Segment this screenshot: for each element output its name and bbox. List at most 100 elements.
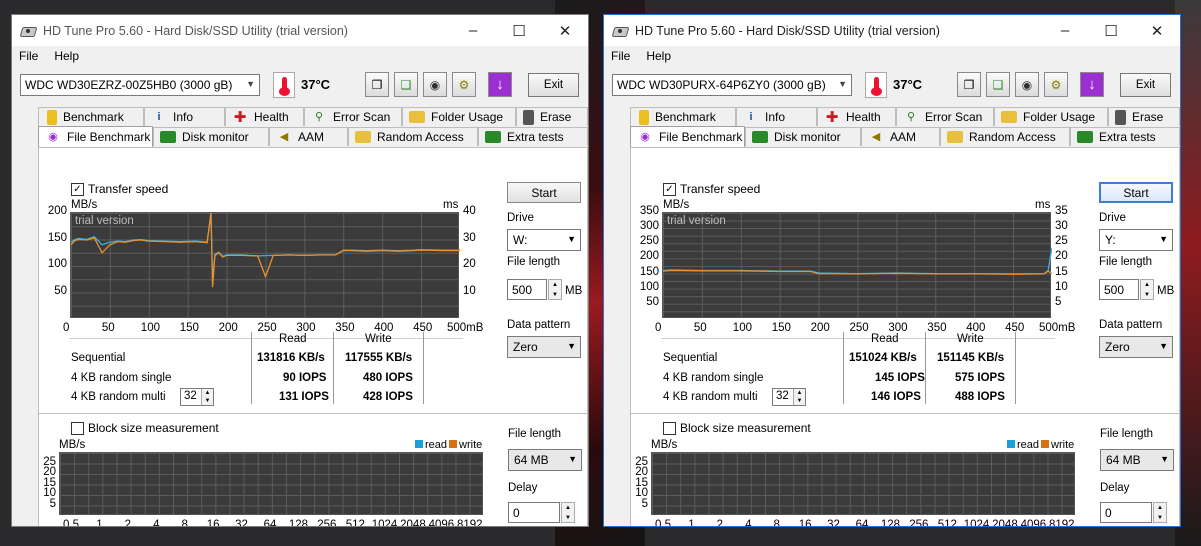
drive-select[interactable]: WDC WD30PURX-64P6ZY0 (3000 gB) ▼ (612, 74, 852, 96)
health-cross-icon: ✚ (233, 108, 247, 126)
minimize-button[interactable]: – (1042, 15, 1088, 46)
tab-erase[interactable]: Erase (516, 107, 588, 126)
drive-letter-select[interactable]: Y: ▼ (1099, 229, 1173, 251)
save-button[interactable]: ↓ (488, 72, 512, 97)
disk-monitor-icon (752, 131, 768, 143)
sequential-read: 131816 KB/s (257, 352, 325, 364)
queue-depth-stepper[interactable]: 32 ▲ ▼ (180, 388, 214, 406)
data-pattern-value: Zero (1105, 340, 1130, 354)
screenshot-button[interactable]: ◉ (1015, 72, 1039, 97)
tab-aam[interactable]: ◀ AAM (861, 127, 940, 146)
block-x-tick: 1 (96, 519, 103, 527)
options-button[interactable]: ⚙ (1044, 72, 1068, 97)
stepper-arrows-icon[interactable]: ▲ ▼ (548, 279, 562, 300)
tab-extra-tests[interactable]: Extra tests (478, 127, 588, 146)
drive-label: Drive (1099, 212, 1126, 224)
tab-extra-tests[interactable]: Extra tests (1070, 127, 1180, 146)
block-x-tick: 128 (880, 519, 901, 527)
exit-button[interactable]: Exit (528, 73, 579, 97)
y-tick-left: 250 (639, 235, 659, 248)
tab-benchmark[interactable]: Benchmark (630, 107, 736, 126)
transfer-speed-checkbox[interactable]: ✓ Transfer speed (71, 182, 168, 196)
tab-benchmark[interactable]: Benchmark (38, 107, 144, 126)
legend: read write (415, 439, 482, 451)
block-x-tick: 512 (345, 519, 365, 527)
queue-depth-stepper[interactable]: 32 ▲ ▼ (772, 388, 806, 406)
copy-all-button[interactable]: ❑ (986, 72, 1010, 97)
options-button[interactable]: ⚙ (452, 72, 476, 97)
tab-error-scan[interactable]: ⚲ Error Scan (304, 107, 402, 126)
menu-bar: File Help (604, 46, 1180, 66)
thermometer-icon (273, 72, 295, 98)
data-pattern-select[interactable]: Zero ▼ (507, 336, 581, 358)
block-file-length-select[interactable]: 64 MB ▼ (508, 449, 582, 471)
tab-disk-monitor[interactable]: Disk monitor (153, 127, 269, 146)
tab-disk-monitor[interactable]: Disk monitor (745, 127, 861, 146)
block-x-tick: 512 (937, 519, 957, 527)
tab-file-benchmark[interactable]: ◉ File Benchmark (38, 126, 153, 147)
tab-folder-usage[interactable]: Folder Usage (994, 107, 1108, 126)
copy-info-button[interactable]: ❐ (957, 72, 981, 97)
copy-all-button[interactable]: ❑ (394, 72, 418, 97)
transfer-speed-checkbox[interactable]: ✓ Transfer speed (663, 182, 760, 196)
tab-erase[interactable]: Erase (1108, 107, 1180, 126)
stepper-arrows-icon[interactable]: ▲ ▼ (1153, 502, 1167, 523)
title-bar[interactable]: HD Tune Pro 5.60 - Hard Disk/SSD Utility… (12, 15, 588, 46)
tab-health[interactable]: ✚ Health (817, 107, 896, 126)
block-size-checkbox[interactable]: Block size measurement (71, 421, 219, 435)
menu-file[interactable]: File (611, 49, 630, 63)
tab-error-scan[interactable]: ⚲ Error Scan (896, 107, 994, 126)
benchmark-icon (639, 109, 649, 125)
tab-info[interactable]: i Info (736, 107, 817, 126)
tab-health[interactable]: ✚ Health (225, 107, 304, 126)
legend-read-swatch (1007, 440, 1015, 448)
stepper-arrows-icon[interactable]: ▲ ▼ (1140, 279, 1154, 300)
stepper-arrows-icon[interactable]: ▲ ▼ (793, 389, 805, 405)
exit-button[interactable]: Exit (1120, 73, 1171, 97)
drive-select[interactable]: WDC WD30EZRZ-00Z5HB0 (3000 gB) ▼ (20, 74, 260, 96)
stepper-arrows-icon[interactable]: ▲ ▼ (201, 389, 213, 405)
minimize-button[interactable]: – (450, 15, 496, 46)
tab-random-access[interactable]: Random Access (940, 127, 1070, 146)
x-tick: 200 (810, 322, 830, 334)
tab-random-access[interactable]: Random Access (348, 127, 478, 146)
close-button[interactable]: ✕ (1134, 15, 1180, 46)
file-length-input[interactable]: 500 ▲ ▼ (1099, 279, 1154, 300)
tab-random-access-label: Random Access (969, 130, 1056, 144)
drive-letter-select[interactable]: W: ▼ (507, 229, 581, 251)
down-arrow-icon: ↓ (1088, 76, 1096, 93)
file-length-input[interactable]: 500 ▲ ▼ (507, 279, 562, 300)
stepper-arrows-icon[interactable]: ▲ ▼ (561, 502, 575, 523)
tab-file-benchmark[interactable]: ◉ File Benchmark (630, 126, 745, 147)
tab-aam[interactable]: ◀ AAM (269, 127, 348, 146)
block-size-chart (59, 452, 483, 515)
y-tick-right: 30 (1055, 220, 1068, 233)
menu-help[interactable]: Help (54, 49, 79, 63)
maximize-button[interactable]: ☐ (1088, 15, 1134, 46)
delay-input[interactable]: 0 ▲ ▼ (508, 502, 575, 523)
title-bar[interactable]: HD Tune Pro 5.60 - Hard Disk/SSD Utility… (604, 15, 1180, 46)
tab-aam-label: AAM (298, 130, 325, 144)
toolbar: WDC WD30PURX-64P6ZY0 (3000 gB) ▼ 37°C ❐ ❑… (604, 66, 1180, 106)
y-tick-right: 25 (1055, 235, 1068, 248)
x-tick: 100 (140, 322, 160, 334)
start-button[interactable]: Start (1099, 182, 1173, 203)
tab-folder-usage[interactable]: Folder Usage (402, 107, 516, 126)
save-button[interactable]: ↓ (1080, 72, 1104, 97)
tab-info[interactable]: i Info (144, 107, 225, 126)
menu-help[interactable]: Help (646, 49, 671, 63)
results-vline-2 (333, 332, 334, 404)
menu-file[interactable]: File (19, 49, 38, 63)
block-file-length-select[interactable]: 64 MB ▼ (1100, 449, 1174, 471)
copy-info-button[interactable]: ❐ (365, 72, 389, 97)
maximize-button[interactable]: ☐ (496, 15, 542, 46)
close-button[interactable]: ✕ (542, 15, 588, 46)
block-size-checkbox[interactable]: Block size measurement (663, 421, 811, 435)
start-button[interactable]: Start (507, 182, 581, 203)
screenshot-button[interactable]: ◉ (423, 72, 447, 97)
data-pattern-select[interactable]: Zero ▼ (1099, 336, 1173, 358)
tab-strip: Benchmark i Info ✚ Health ⚲ Error Scan Fold… (604, 107, 1180, 147)
menu-bar: File Help (12, 46, 588, 66)
block-x-tick: 32 (827, 519, 840, 527)
delay-input[interactable]: 0 ▲ ▼ (1100, 502, 1167, 523)
